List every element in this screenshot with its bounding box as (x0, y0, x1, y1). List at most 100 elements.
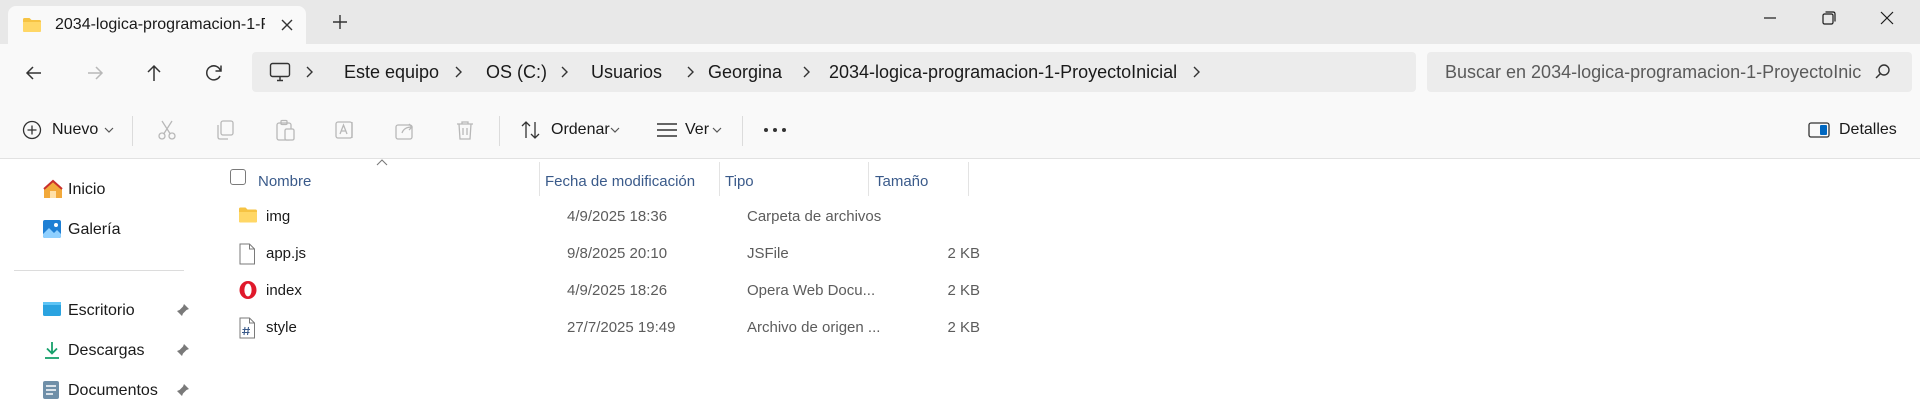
file-list: Nombre Fecha de modificación Tipo Tamaño… (198, 159, 1920, 399)
close-icon[interactable] (278, 16, 296, 34)
sidebar-item-galeria[interactable]: Galería (0, 212, 198, 246)
view-button[interactable]: Ver (654, 118, 724, 142)
column-header-label: Nombre (258, 173, 312, 190)
file-type: Carpeta de archivos (747, 208, 882, 225)
documents-icon (43, 381, 59, 399)
close-window-icon[interactable] (1873, 8, 1901, 28)
download-icon (45, 342, 59, 359)
rename-icon[interactable] (333, 118, 357, 142)
file-row-app-js[interactable]: app.js 9/8/2025 20:10 JSFile 2 KB (218, 235, 1168, 272)
plus-icon[interactable] (330, 12, 350, 32)
breadcrumb-usuarios[interactable]: Usuarios (591, 62, 662, 82)
column-header-name[interactable]: Nombre (250, 165, 536, 197)
pin-icon[interactable] (176, 303, 190, 317)
sidebar-item-label: Galería (68, 221, 121, 238)
title-bar: 2034-logica-programacion-1-P (0, 0, 1920, 44)
sidebar-item-label: Documentos (68, 382, 158, 399)
sidebar-item-inicio[interactable]: Inicio (0, 172, 198, 206)
separator (132, 116, 133, 146)
copy-icon[interactable] (213, 118, 237, 142)
new-button[interactable]: Nuevo (20, 118, 116, 142)
paste-icon[interactable] (273, 118, 297, 142)
more-options-icon[interactable] (762, 118, 788, 142)
sidebar-divider (14, 270, 184, 271)
file-date: 9/8/2025 20:10 (567, 245, 668, 262)
computer-icon[interactable] (269, 62, 291, 82)
navigation-bar: Este equipo OS (C:) Usuarios Georgina 20… (0, 44, 1920, 102)
chevron-right-icon[interactable] (683, 64, 697, 80)
address-bar[interactable]: Este equipo OS (C:) Usuarios Georgina 20… (252, 52, 1416, 92)
sidebar-item-escritorio[interactable]: Escritorio (0, 293, 198, 327)
forward-arrow-icon[interactable] (81, 59, 109, 87)
sidebar-item-label: Descargas (68, 342, 145, 359)
details-button[interactable]: Detalles (1806, 118, 1902, 142)
folder-icon (239, 207, 257, 223)
file-type: JSFile (747, 245, 789, 262)
cut-icon[interactable] (155, 118, 179, 142)
chevron-down-icon (712, 127, 722, 133)
breadcrumb-current-folder[interactable]: 2034-logica-programacion-1-ProyectoInici… (829, 62, 1177, 82)
desktop-icon (43, 302, 61, 316)
details-pane-icon (1808, 122, 1830, 138)
back-arrow-icon[interactable] (20, 59, 48, 87)
breadcrumb-georgina[interactable]: Georgina (708, 62, 782, 82)
navigation-pane: Inicio Galería Escritorio Descargas Docu… (0, 159, 198, 399)
column-header-size[interactable]: Tamaño (869, 165, 965, 197)
column-header-label: Tipo (725, 173, 754, 190)
file-size: 2 KB (947, 245, 980, 262)
sort-arrows-icon (521, 121, 540, 139)
new-label: Nuevo (52, 121, 99, 138)
view-label: Ver (685, 121, 710, 138)
pin-icon[interactable] (176, 383, 190, 397)
sidebar-item-label: Escritorio (68, 302, 135, 319)
column-header-label: Fecha de modificación (545, 173, 696, 190)
search-input[interactable]: Buscar en 2034-logica-programacion-1-Pro… (1427, 52, 1912, 92)
breadcrumb-os-c[interactable]: OS (C:) (486, 62, 547, 82)
column-header-type[interactable]: Tipo (720, 165, 864, 197)
file-date: 4/9/2025 18:36 (567, 208, 668, 225)
file-date: 4/9/2025 18:26 (567, 282, 668, 299)
sidebar-item-descargas[interactable]: Descargas (0, 333, 198, 367)
tab-title: 2034-logica-programacion-1-P (55, 16, 265, 33)
column-header-date[interactable]: Fecha de modificación (540, 165, 716, 197)
file-row-style[interactable]: style 27/7/2025 19:49 Archivo de origen … (218, 309, 1168, 346)
select-all-checkbox[interactable] (230, 169, 246, 185)
folder-icon (23, 18, 41, 32)
restore-icon[interactable] (1814, 8, 1842, 28)
opera-icon (239, 281, 257, 299)
file-row-img[interactable]: img 4/9/2025 18:36 Carpeta de archivos (218, 198, 1168, 235)
css-file-icon (239, 317, 255, 339)
file-row-index[interactable]: index 4/9/2025 18:26 Opera Web Docu... 2… (218, 272, 1168, 309)
share-icon[interactable] (393, 118, 417, 142)
new-plus-icon (22, 120, 42, 140)
chevron-right-icon[interactable] (451, 64, 465, 80)
file-type: Opera Web Docu... (747, 282, 876, 299)
file-name: img (266, 208, 291, 225)
command-bar: Nuevo Ordenar Ver Detalles (0, 102, 1920, 159)
refresh-icon[interactable] (200, 59, 228, 87)
tab-active[interactable]: 2034-logica-programacion-1-P (8, 6, 306, 44)
delete-icon[interactable] (453, 118, 477, 142)
chevron-right-icon[interactable] (302, 64, 316, 80)
minimize-icon[interactable] (1756, 8, 1784, 28)
file-name: index (266, 282, 302, 299)
view-list-icon (657, 123, 677, 137)
pin-icon[interactable] (176, 343, 190, 357)
separator (742, 116, 743, 146)
sort-button[interactable]: Ordenar (518, 118, 622, 142)
file-name: style (266, 319, 297, 336)
up-arrow-icon[interactable] (140, 59, 168, 87)
file-icon (239, 243, 255, 265)
column-divider[interactable] (968, 162, 969, 196)
chevron-right-icon[interactable] (799, 64, 813, 80)
search-icon[interactable] (1873, 62, 1893, 82)
gallery-icon (43, 220, 61, 238)
column-header-label: Tamaño (875, 173, 929, 190)
file-name: app.js (266, 245, 307, 262)
chevron-right-icon[interactable] (1189, 64, 1203, 80)
sidebar-item-documentos[interactable]: Documentos (0, 373, 198, 407)
breadcrumb-este-equipo[interactable]: Este equipo (344, 62, 439, 82)
chevron-right-icon[interactable] (557, 64, 571, 80)
sort-label: Ordenar (551, 121, 610, 138)
file-size: 2 KB (947, 282, 980, 299)
